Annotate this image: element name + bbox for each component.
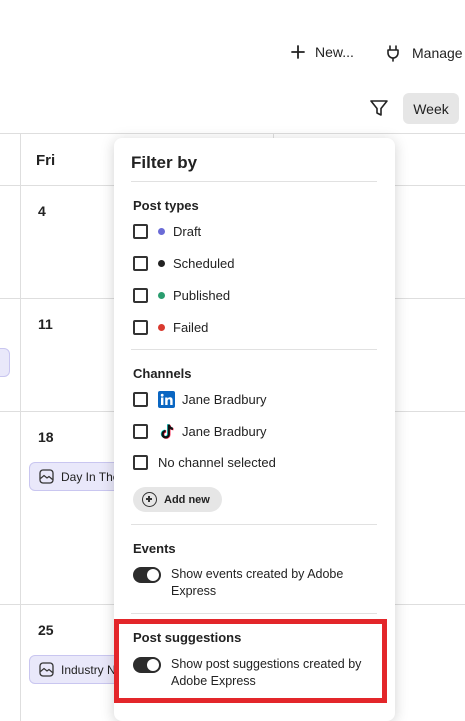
new-button-label: New... bbox=[315, 44, 354, 60]
manage-channels-label: Manage c bbox=[412, 45, 465, 61]
events-title: Events bbox=[133, 541, 176, 556]
filter-option-published[interactable]: Published bbox=[133, 288, 230, 303]
events-toggle-row[interactable]: Show events created by Adobe Express bbox=[133, 566, 381, 600]
checkbox[interactable] bbox=[133, 224, 148, 239]
option-label: Jane Bradbury bbox=[182, 392, 267, 407]
divider bbox=[131, 349, 377, 350]
new-button[interactable]: New... bbox=[291, 44, 354, 60]
filter-title: Filter by bbox=[131, 153, 198, 172]
filter-popover: Filter by Post types Draft Scheduled Pub… bbox=[114, 138, 395, 721]
checkbox[interactable] bbox=[133, 256, 148, 271]
post-suggestions-toggle[interactable] bbox=[133, 657, 161, 673]
status-dot bbox=[158, 292, 165, 299]
filter-button[interactable] bbox=[366, 95, 392, 121]
post-suggestions-toggle-row[interactable]: Show post suggestions created by Adobe E… bbox=[133, 656, 381, 690]
week-view-label: Week bbox=[413, 100, 449, 117]
status-dot bbox=[158, 260, 165, 267]
option-label: Scheduled bbox=[173, 256, 235, 271]
add-channel-button[interactable]: Add new bbox=[133, 487, 222, 512]
filter-icon bbox=[370, 100, 388, 116]
plus-icon bbox=[291, 45, 305, 59]
checkbox[interactable] bbox=[133, 320, 148, 335]
calendar-event-chip[interactable] bbox=[0, 348, 10, 377]
add-channel-label: Add new bbox=[164, 493, 210, 506]
option-label: Published bbox=[173, 288, 231, 303]
events-toggle-label: Show events created by Adobe Express bbox=[171, 567, 344, 598]
channels-title: Channels bbox=[133, 366, 192, 381]
filter-option-draft[interactable]: Draft bbox=[133, 224, 201, 239]
post-suggestions-toggle-label: Show post suggestions created by Adobe E… bbox=[171, 657, 362, 688]
status-dot bbox=[158, 324, 165, 331]
checkbox[interactable] bbox=[133, 288, 148, 303]
events-toggle[interactable] bbox=[133, 567, 161, 583]
linkedin-icon bbox=[158, 391, 175, 408]
option-label: Failed bbox=[173, 320, 209, 335]
divider bbox=[131, 524, 377, 525]
day-number: 11 bbox=[38, 316, 53, 332]
manage-channels-button[interactable]: Manage c bbox=[384, 44, 465, 62]
image-post-icon bbox=[39, 662, 54, 677]
tiktok-icon bbox=[158, 423, 175, 440]
option-label: Draft bbox=[173, 224, 202, 239]
checkbox[interactable] bbox=[133, 392, 148, 407]
image-post-icon bbox=[39, 469, 54, 484]
filter-option-no-channel[interactable]: No channel selected bbox=[133, 455, 276, 470]
checkbox[interactable] bbox=[133, 455, 148, 470]
divider bbox=[131, 613, 377, 614]
filter-option-channel-tiktok[interactable]: Jane Bradbury bbox=[133, 423, 267, 440]
divider bbox=[131, 181, 377, 182]
status-dot bbox=[158, 228, 165, 235]
filter-option-channel-linkedin[interactable]: Jane Bradbury bbox=[133, 391, 267, 408]
checkbox[interactable] bbox=[133, 424, 148, 439]
day-number: 18 bbox=[38, 429, 54, 445]
day-header-fri: Fri bbox=[36, 152, 56, 169]
option-label: No channel selected bbox=[158, 455, 276, 470]
day-number: 25 bbox=[38, 622, 54, 638]
day-number: 4 bbox=[38, 203, 46, 219]
plug-icon bbox=[387, 45, 399, 62]
post-types-title: Post types bbox=[133, 198, 199, 213]
week-view-button[interactable]: Week bbox=[403, 93, 459, 124]
event-chip-label: Day In The bbox=[61, 469, 120, 484]
post-suggestions-title: Post suggestions bbox=[133, 630, 242, 645]
grid-line bbox=[0, 133, 465, 134]
add-circle-icon bbox=[142, 492, 157, 507]
grid-line bbox=[20, 133, 21, 721]
event-chip-label: Industry N bbox=[61, 662, 116, 677]
filter-option-scheduled[interactable]: Scheduled bbox=[133, 256, 234, 271]
filter-option-failed[interactable]: Failed bbox=[133, 320, 208, 335]
option-label: Jane Bradbury bbox=[182, 424, 267, 439]
